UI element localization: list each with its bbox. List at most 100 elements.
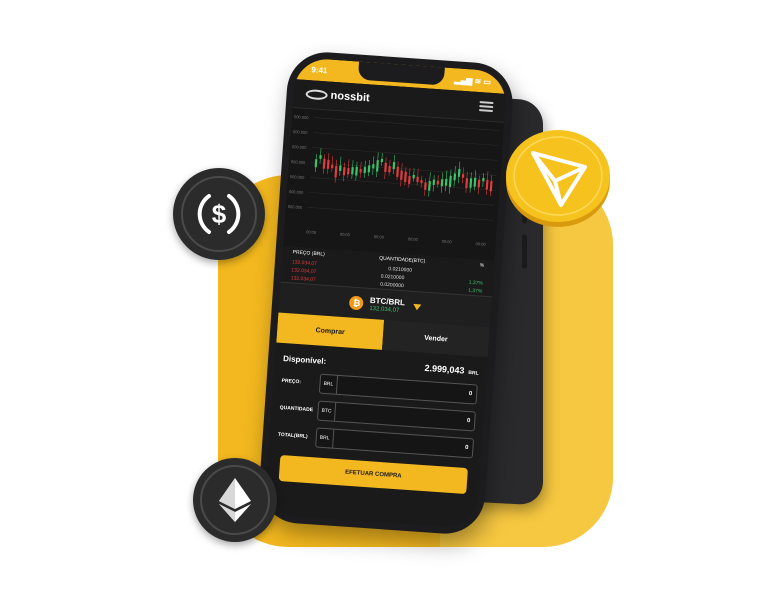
total-label: TOTAL(BRL) (277, 431, 308, 440)
chart-y-tick: 000.000 (292, 144, 308, 150)
logo-icon (305, 88, 328, 101)
chart-candle (412, 174, 415, 179)
phone-side-button (522, 234, 527, 269)
quantity-unit: BTC (318, 401, 337, 421)
chart-gridline (307, 207, 494, 221)
available-unit: BRL (468, 369, 479, 377)
chart-y-tick: 000.000 (293, 129, 309, 135)
chart-candle (432, 179, 436, 186)
chart-candle (319, 155, 322, 159)
chart-candle (453, 173, 457, 181)
bitcoin-icon: ₿ (349, 295, 365, 311)
price-input[interactable]: BRL 0 (318, 373, 478, 405)
chart-gridline (311, 147, 498, 161)
chart-candle (330, 164, 334, 169)
orderbook-pct-header: % (479, 262, 485, 269)
chart-candle (436, 180, 440, 185)
chart-y-tick: 000.000 (294, 114, 310, 120)
status-icons: ▂▄▆ ≋ ▭ (454, 74, 492, 87)
chart-gridline (310, 162, 497, 176)
orderbook-pct: 1,37% (467, 287, 483, 295)
chart-candle (375, 160, 379, 172)
status-time: 9:41 (311, 64, 328, 75)
quantity-label: QUANTIDADE (279, 404, 314, 414)
chart-candle (314, 159, 318, 168)
chart-candle (400, 170, 403, 180)
total-field: TOTAL(BRL) BRL 0 (277, 425, 475, 459)
chart-candle (384, 162, 387, 173)
app-screen: 9:41 ▂▄▆ ≋ ▭ nossbit 000.000 000.000 000.0… (264, 57, 508, 529)
ethereum-coin (193, 458, 277, 542)
price-value: 0 (468, 391, 473, 398)
chart-candle (469, 178, 473, 188)
chevron-down-icon[interactable] (412, 303, 421, 311)
chart-candle (342, 167, 346, 176)
chart-y-tick: 000.000 (289, 189, 305, 195)
chart-candle (334, 165, 338, 178)
candlestick-chart: 000.000 000.000 000.000 000.000 000.000 000.0… (288, 114, 500, 247)
chart-candle (448, 175, 452, 187)
submit-buy-button[interactable]: EFETUAR COMPRA (278, 455, 468, 495)
chart-gridline (308, 192, 495, 206)
available-amount: 2.999,043 (424, 362, 465, 376)
price-unit: BRL (319, 374, 338, 394)
quantity-input[interactable]: BTC 0 (316, 400, 476, 432)
chart-candle (407, 175, 411, 184)
total-unit: BRL (316, 428, 335, 448)
chart-candle (485, 179, 489, 190)
chart-y-tick: 000.000 (291, 159, 307, 165)
chart-candle (363, 167, 367, 174)
chart-x-tick: 00:00 (442, 239, 453, 245)
orderbook-price-header: PREÇO (BRL) (292, 249, 325, 258)
tron-icon (506, 130, 610, 227)
chart-candle (461, 173, 465, 178)
chart-y-tick: 000.000 (290, 174, 306, 180)
chart-candle (380, 158, 384, 163)
chart-candle (457, 168, 461, 177)
brand-name: nossbit (330, 89, 371, 105)
chart-candle (428, 181, 431, 191)
chart-candle (465, 178, 469, 189)
chart-candle (420, 180, 423, 184)
chart-candle (482, 177, 485, 182)
chart-candle (416, 176, 419, 182)
total-input[interactable]: BRL 0 (315, 427, 475, 459)
chart-candle (388, 165, 391, 173)
chart-candle (351, 167, 354, 175)
chart-candle (423, 182, 427, 190)
chart-candle (444, 178, 448, 186)
chart-candle (322, 158, 326, 169)
chart-candle (473, 177, 477, 187)
chart-candle (347, 167, 350, 175)
chart-candle (403, 171, 407, 183)
chart-candle (326, 159, 330, 169)
orderbook-qty-header: QUANTIDADE(BTC) (379, 255, 426, 265)
chart-x-tick: 00:00 (475, 241, 486, 247)
total-value: 0 (464, 444, 469, 452)
chart-candle (359, 169, 362, 173)
chart-x-tick: 00:00 (306, 229, 317, 235)
chart-x-tick: 00:00 (374, 234, 385, 240)
chart-x-tick: 00:00 (408, 236, 419, 242)
usdc-coin: $ (173, 168, 265, 260)
chart-candle (339, 165, 342, 171)
svg-text:$: $ (212, 199, 227, 229)
quantity-value: 0 (466, 417, 471, 425)
price-label: PREÇO: (281, 377, 302, 386)
chart-y-tick: 000.000 (288, 204, 304, 210)
chart-gridline (312, 132, 499, 146)
trade-form: Disponível: 2.999,043 BRL PREÇO: BRL 0 QU… (266, 342, 488, 501)
available-value: 2.999,043 BRL (424, 363, 479, 377)
ethereum-icon (200, 465, 270, 535)
available-label: Disponível: (282, 353, 327, 366)
hamburger-menu-icon[interactable] (478, 101, 494, 113)
price-chart[interactable]: 000.000 000.000 000.000 000.000 000.000 000.0… (283, 108, 505, 261)
chart-candle (355, 166, 358, 176)
tron-coin (503, 125, 613, 228)
orderbook-pct: 1,37% (468, 279, 484, 287)
usdc-icon: $ (181, 176, 257, 252)
chart-candle (372, 164, 375, 169)
chart-x-tick: 00:00 (340, 232, 351, 238)
chart-candle (440, 179, 444, 187)
brand-logo[interactable]: nossbit (305, 88, 370, 104)
